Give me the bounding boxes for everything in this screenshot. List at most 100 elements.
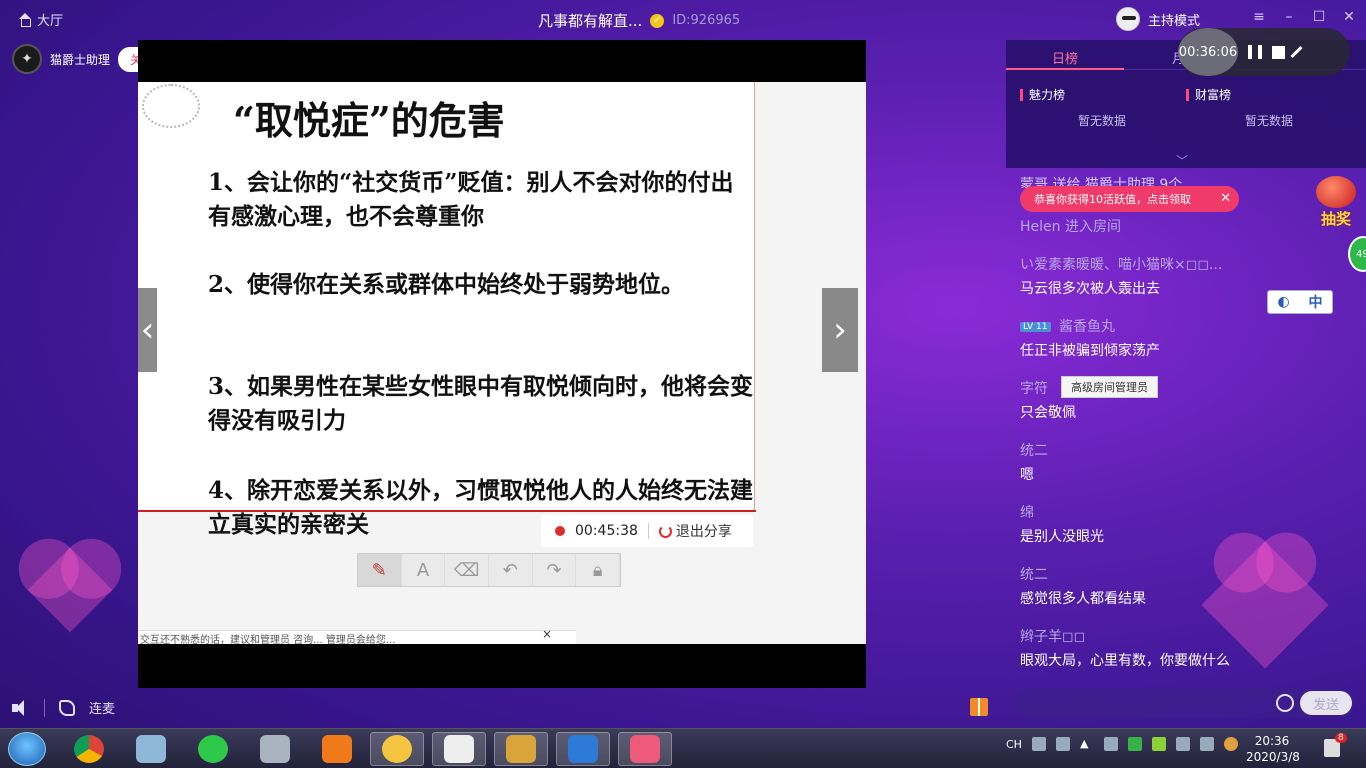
- volume-muted-icon[interactable]: [1199, 737, 1214, 751]
- connect-mic-button[interactable]: 连麦: [89, 698, 115, 717]
- chat-username[interactable]: 统二: [1020, 564, 1048, 584]
- verified-icon: ✓: [650, 13, 665, 28]
- menu-icon[interactable]: ≡: [1252, 9, 1266, 25]
- pause-icon[interactable]: [1248, 45, 1262, 59]
- plus-tray-icon[interactable]: [1151, 737, 1166, 751]
- reward-notice-text: 恭喜你获得10活跃值，点击领取: [1034, 193, 1191, 206]
- recording-time: 00:45:38: [575, 523, 638, 539]
- gift-icon[interactable]: [970, 698, 988, 716]
- chat-username-row: LV 11 酱香鱼丸: [1020, 316, 1115, 336]
- text-tool-icon[interactable]: A: [402, 554, 446, 586]
- mute-speaker-icon[interactable]: [12, 699, 30, 716]
- avatar-app-icon: [444, 735, 474, 763]
- system-tray: CH ▲: [1006, 737, 1238, 751]
- lottery-label: 抽奖: [1320, 210, 1351, 228]
- chevron-down-icon[interactable]: ﹀: [1176, 152, 1192, 168]
- chat-username[interactable]: い爱素素暖暖、喵小猫咪×◻◻...: [1020, 254, 1222, 274]
- office-taskbar-icon[interactable]: [310, 732, 364, 766]
- prev-slide-button[interactable]: ‹: [138, 288, 157, 372]
- shield-icon[interactable]: [1127, 737, 1142, 751]
- lottery-button[interactable]: 抽奖: [1313, 176, 1359, 230]
- level-badge: LV 11: [1020, 322, 1051, 332]
- brush-tool-icon[interactable]: ✎: [358, 554, 402, 586]
- divider: [44, 698, 45, 717]
- reward-notice[interactable]: 恭喜你获得10活跃值，点击领取 ✕: [1020, 186, 1239, 212]
- lock-icon[interactable]: 🔒︎: [576, 554, 621, 586]
- host-mode-label: 主持模式: [1148, 13, 1201, 29]
- host-mode-toggle[interactable]: 主持模式: [1116, 7, 1200, 31]
- charm-rank-label: 魅力榜: [1029, 88, 1066, 102]
- redo-icon[interactable]: ↷: [533, 554, 577, 586]
- strip-close-icon[interactable]: ×: [542, 627, 552, 641]
- wechat-icon: [198, 735, 228, 763]
- host-avatar: [1116, 7, 1140, 31]
- divider: [647, 523, 649, 539]
- live-timer: 00:36:06: [1178, 28, 1238, 76]
- chat-username[interactable]: 绵: [1020, 502, 1034, 522]
- chat-message-text: 是别人没眼光: [1020, 529, 1104, 545]
- chat-message-text: 马云很多次被人轰出去: [1020, 281, 1160, 297]
- slide-title: “取悦症”的危害: [233, 98, 505, 143]
- chat-username[interactable]: 辫子羊◻◻: [1020, 626, 1085, 646]
- send-button[interactable]: 发送: [1300, 691, 1352, 715]
- annotation-toolbar: ✎ A ⌫ ↶ ↷ 🔒︎: [357, 553, 621, 587]
- close-icon[interactable]: ✕: [1220, 191, 1231, 206]
- window-controls: ≡ – ☐ ✕: [1252, 9, 1356, 25]
- chrome-taskbar-icon[interactable]: [62, 732, 116, 766]
- chat-message-text: 嗯: [1020, 467, 1034, 483]
- emoji-icon[interactable]: [1276, 694, 1294, 712]
- charm-no-data: 暂无数据: [1078, 114, 1127, 128]
- close-icon[interactable]: ✕: [1342, 9, 1356, 25]
- slide-point-3: 3、如果男性在某些女性眼中有取悦倾向时，他将会变得没有吸引力: [208, 373, 754, 434]
- exit-share-label: 退出分享: [675, 524, 732, 540]
- tab-daily-rank[interactable]: 日榜: [1052, 48, 1078, 67]
- duck-app-icon: [382, 735, 412, 763]
- minimize-icon[interactable]: –: [1282, 9, 1296, 25]
- home-link[interactable]: 大厅: [18, 10, 63, 29]
- maximize-icon[interactable]: ☐: [1312, 9, 1326, 25]
- notepad-taskbar-icon[interactable]: [124, 732, 178, 766]
- wechat-taskbar-icon[interactable]: [186, 732, 240, 766]
- camera-taskbar-icon[interactable]: [248, 732, 302, 766]
- slide-point-2: 2、使得你在关系或群体中始终处于弱势地位。: [208, 271, 685, 298]
- online-count-badge[interactable]: 49: [1348, 236, 1366, 272]
- pen-icon[interactable]: [1290, 45, 1303, 59]
- usb-tray-icon[interactable]: [1175, 737, 1190, 751]
- system-clock[interactable]: 20:36 2020/3/8: [1246, 733, 1300, 765]
- send-tray-icon[interactable]: [1103, 737, 1118, 751]
- slide-notice-strip: 交互还不熟悉的话，建议和管理员 咨询... 管理员会给您...: [138, 630, 576, 644]
- next-slide-button[interactable]: ›: [822, 288, 858, 372]
- live-app-icon: [630, 735, 660, 763]
- app-taskbar-icon[interactable]: [370, 732, 424, 766]
- chat-username[interactable]: 字符: [1020, 378, 1048, 398]
- arrow-up-icon[interactable]: ▲: [1080, 737, 1094, 751]
- undo-icon[interactable]: ↶: [489, 554, 533, 586]
- anchor-avatar[interactable]: ✦: [12, 44, 42, 74]
- eraser-tool-icon[interactable]: ⌫: [445, 554, 490, 586]
- windows-taskbar: CH ▲ 20:36 2020/3/8 8: [0, 728, 1366, 768]
- chat-username[interactable]: 统二: [1020, 440, 1048, 460]
- start-button[interactable]: [8, 732, 46, 766]
- section-marker: [1020, 88, 1023, 101]
- anchor-name[interactable]: 猫爵士助理: [50, 51, 110, 68]
- raccoon-app-taskbar-icon[interactable]: [494, 732, 548, 766]
- chat-message-text: 任正非被骗到倾家荡产: [1020, 343, 1160, 359]
- video-app-taskbar-icon[interactable]: [556, 732, 610, 766]
- chat-username[interactable]: 酱香鱼丸: [1059, 319, 1115, 335]
- ime-indicator[interactable]: ◐ 中: [1267, 290, 1333, 314]
- avatar-app-taskbar-icon[interactable]: [432, 732, 486, 766]
- recording-dot-icon: [555, 526, 565, 536]
- wealth-rank-header: 财富榜: [1186, 86, 1231, 103]
- speaker-tray-icon[interactable]: [1223, 737, 1238, 751]
- wealth-rank-label: 财富榜: [1195, 88, 1232, 102]
- slide-area: “取悦症”的危害 1、会让你的“社交货币”贬值：别人不会对你的付出有感激心理，也…: [138, 82, 866, 644]
- chat-message-text: 眼观大局，心里有数，你要做什么: [1020, 653, 1230, 669]
- exit-share-button[interactable]: 退出分享: [658, 521, 732, 541]
- ime-tray-icon[interactable]: [1031, 737, 1046, 751]
- live-app-taskbar-icon[interactable]: [618, 732, 672, 766]
- office-icon: [322, 735, 352, 763]
- stop-icon[interactable]: [1272, 45, 1285, 59]
- network-tray-icon[interactable]: [1055, 737, 1070, 751]
- language-indicator[interactable]: CH: [1006, 738, 1022, 751]
- clock-date: 2020/3/8: [1246, 750, 1300, 764]
